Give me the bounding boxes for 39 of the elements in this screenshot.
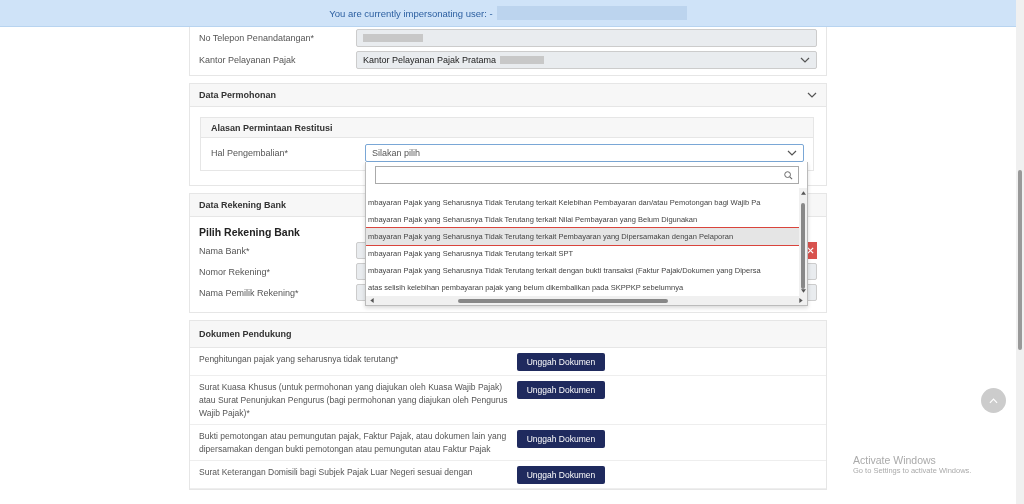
scrollbar[interactable] (366, 296, 807, 305)
scroll-right-icon (799, 298, 803, 303)
field-label: Kantor Pelayanan Pajak (199, 55, 297, 65)
chevron-down-icon (800, 57, 810, 63)
field-label: Nama Bank* (199, 245, 251, 256)
section-title: Data Permohonan (199, 90, 276, 100)
redacted-block (500, 56, 545, 64)
field-label: Nomor Rekening* (199, 266, 272, 277)
section-title: Dokumen Pendukung (199, 329, 292, 339)
section-title: Data Rekening Bank (199, 200, 287, 210)
upload-button[interactable]: Unggah Dokumen (517, 381, 605, 399)
scrollbar[interactable] (1016, 0, 1024, 504)
field-label: Hal Pengembalian* (211, 148, 290, 158)
document-label: Penghitungan pajak yang seharusnya tidak terutang* (199, 353, 400, 366)
document-label: Surat Kuasa Khusus (untuk permohonan yang diajukan oleh Kuasa Wajib Pajak) atau Surat Penunjukan Pengurus (bagi permohonan yang diajukan oleh Pengurus Wajib Pajak)* (199, 381, 509, 420)
document-label: Surat Keterangan Domisili bagi Subjek Pajak Luar Negeri sesuai dengan (199, 466, 474, 479)
scroll-down-icon (800, 289, 806, 293)
search-icon (784, 170, 793, 180)
redacted-block (363, 34, 423, 42)
chevron-down-icon (787, 150, 797, 156)
subsection-title: Alasan Permintaan Restitusi (211, 122, 333, 133)
scroll-left-icon (370, 298, 374, 303)
chevron-up-icon (989, 397, 998, 404)
field-label: No Telepon Penandatangan* (199, 33, 315, 43)
select-field[interactable]: Silakan pilih (365, 144, 804, 162)
upload-button[interactable]: Unggah Dokumen (517, 430, 605, 448)
section-header[interactable]: Data Permohonan (190, 84, 826, 107)
input-field[interactable] (356, 29, 817, 47)
upload-button[interactable]: Unggah Dokumen (517, 466, 605, 484)
banner-text: You are currently impersonating user: - (329, 7, 493, 19)
select-field[interactable]: Kantor Pelayanan Pajak Pratama (356, 51, 817, 69)
subsection-title: Pilih Rekening Bank (199, 226, 300, 238)
scroll-to-top-button[interactable] (981, 388, 1006, 413)
search-field[interactable] (375, 166, 799, 184)
field-label: Nama Pemilik Rekening* (199, 287, 300, 298)
upload-button[interactable]: Unggah Dokumen (517, 353, 605, 371)
activation-title: Activate Windows (853, 454, 937, 466)
document-label: Bukti pemotongan atau pemungutan pajak, Faktur Pajak, atau dokumen lain yang dipersamakan dengan bukti pemotongan atau pemungutan atau Faktur Pajak (199, 430, 508, 456)
scrollbar[interactable] (799, 188, 807, 296)
